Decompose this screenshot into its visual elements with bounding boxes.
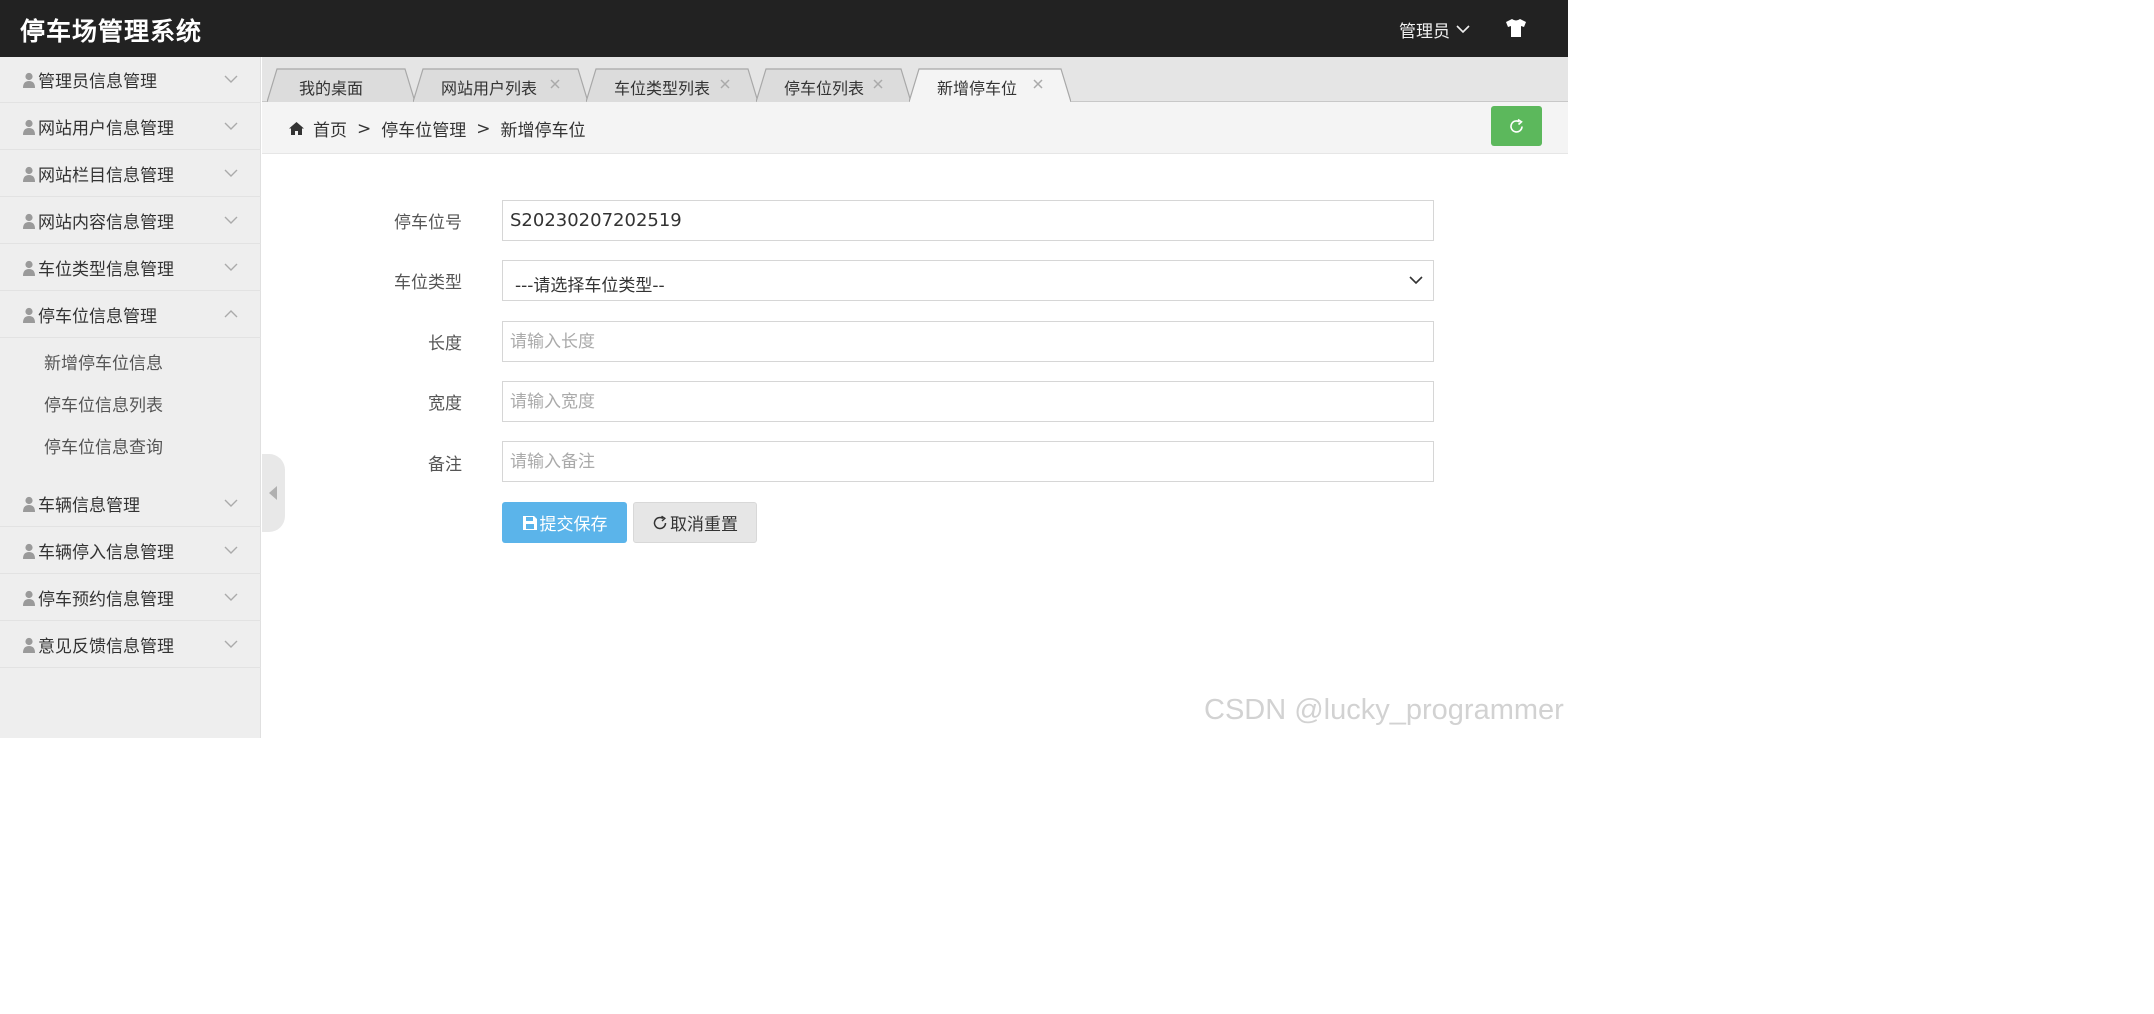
sidebar-item[interactable]: 车辆停入信息管理 <box>0 528 261 574</box>
chevron-down-icon <box>224 75 238 83</box>
sidebar-item[interactable]: 网站用户信息管理 <box>0 104 261 150</box>
user-icon <box>23 260 35 276</box>
breadcrumb-level1[interactable]: 停车位管理 <box>381 116 466 141</box>
user-icon <box>23 590 35 606</box>
home-icon <box>289 122 304 135</box>
spot-type-select[interactable]: ---请选择车位类型-- <box>502 260 1434 301</box>
breadcrumb-home[interactable]: 首页 <box>313 116 347 141</box>
user-icon <box>23 307 35 323</box>
user-icon <box>23 213 35 229</box>
sidebar: 管理员信息管理 网站用户信息管理 网站栏目信息管理 网站内容信息管理 车位类型信息管理停… <box>0 57 261 738</box>
user-icon <box>23 166 35 182</box>
chevron-down-icon <box>224 499 238 507</box>
reset-button-label: 取消重置 <box>670 515 738 535</box>
save-icon <box>522 515 537 530</box>
refresh-button[interactable] <box>1491 106 1542 146</box>
width-input[interactable] <box>502 381 1434 422</box>
length-label: 长度 <box>428 334 462 354</box>
tab-label: 我的桌面 <box>299 79 364 98</box>
chevron-down-icon <box>1409 276 1423 285</box>
remark-input[interactable] <box>502 441 1434 482</box>
user-icon <box>23 543 35 559</box>
sidebar-item-label: 停车预约信息管理 <box>38 590 174 610</box>
tab[interactable]: 新增停车位 <box>909 68 1071 102</box>
chevron-up-icon <box>224 310 238 318</box>
breadcrumb-separator: > <box>476 118 491 139</box>
sidebar-item[interactable]: 管理员信息管理 <box>0 57 261 103</box>
tab-label: 网站用户列表 <box>441 79 538 98</box>
app-title: 停车场管理系统 <box>20 17 203 46</box>
tab[interactable]: 网站用户列表 <box>413 68 588 102</box>
sidebar-item[interactable]: 车辆信息管理 <box>0 481 261 527</box>
breadcrumb-current: 新增停车位 <box>500 121 586 141</box>
reset-button[interactable]: 取消重置 <box>633 502 757 543</box>
user-icon <box>23 119 35 135</box>
user-icon <box>23 496 35 512</box>
sidebar-collapse-handle[interactable] <box>262 454 285 532</box>
tab[interactable]: 停车位列表 <box>756 68 911 102</box>
sidebar-item-label: 管理员信息管理 <box>38 72 157 92</box>
caret-left-icon <box>269 486 277 500</box>
tab-label: 车位类型列表 <box>614 79 711 98</box>
sidebar-item-label: 车辆信息管理 <box>38 496 140 516</box>
sidebar-item[interactable]: 网站栏目信息管理 <box>0 151 261 197</box>
tab-label: 停车位列表 <box>784 79 865 98</box>
spot-no-label: 停车位号 <box>394 213 462 233</box>
user-icon <box>23 637 35 653</box>
chevron-down-icon <box>224 122 238 130</box>
sidebar-item-label: 车辆停入信息管理 <box>38 543 174 563</box>
sidebar-subitem[interactable]: 新增停车位信息 <box>44 349 163 374</box>
spot-type-selected: ---请选择车位类型-- <box>515 276 665 296</box>
chevron-down-icon <box>224 169 238 177</box>
sidebar-item-label: 网站内容信息管理 <box>38 213 174 233</box>
sidebar-item-label: 网站栏目信息管理 <box>38 166 174 186</box>
spot-type-label: 车位类型 <box>394 273 462 293</box>
refresh-icon <box>1510 118 1523 133</box>
sidebar-item[interactable]: 车位类型信息管理 <box>0 245 261 291</box>
remark-label: 备注 <box>428 455 462 475</box>
tab[interactable]: 我的桌面 <box>267 68 415 102</box>
user-icon <box>23 72 35 88</box>
tab-label: 新增停车位 <box>937 79 1018 98</box>
sidebar-item[interactable]: 停车预约信息管理 <box>0 575 261 621</box>
save-button-label: 提交保存 <box>539 515 608 535</box>
breadcrumb-bar: 首页 > 停车位管理 > 新增停车位 <box>262 102 1568 154</box>
sidebar-subitem[interactable]: 停车位信息列表 <box>44 391 163 416</box>
sidebar-item-label: 网站用户信息管理 <box>38 119 174 139</box>
chevron-down-icon <box>224 546 238 554</box>
tab-bar: 我的桌面 网站用户列表 车位类型列表 停车位列表 新增停车位 <box>262 57 1568 102</box>
user-menu-label: 管理员 <box>1399 21 1450 42</box>
sidebar-subitem[interactable]: 停车位信息查询 <box>44 433 163 458</box>
close-icon[interactable] <box>1032 78 1044 90</box>
chevron-down-icon <box>224 216 238 224</box>
chevron-down-icon <box>224 593 238 601</box>
sidebar-item[interactable]: 网站内容信息管理 <box>0 198 261 244</box>
spot-no-input[interactable] <box>502 200 1434 241</box>
sidebar-item-label: 意见反馈信息管理 <box>38 637 174 657</box>
sidebar-item[interactable]: 停车位信息管理 <box>0 292 261 338</box>
save-button[interactable]: 提交保存 <box>502 502 627 543</box>
refresh-icon <box>653 515 667 529</box>
chevron-down-icon <box>1456 25 1470 34</box>
tab[interactable]: 车位类型列表 <box>586 68 758 102</box>
length-input[interactable] <box>502 321 1434 362</box>
breadcrumb: 首页 > 停车位管理 > 新增停车位 <box>288 116 586 141</box>
tshirt-icon[interactable] <box>1505 18 1527 38</box>
breadcrumb-separator: > <box>357 118 372 139</box>
sidebar-item-label: 车位类型信息管理 <box>38 260 174 280</box>
width-label: 宽度 <box>428 394 462 414</box>
top-header: 停车场管理系统 管理员 <box>0 0 1568 57</box>
sidebar-item-label: 停车位信息管理 <box>38 307 157 327</box>
close-icon[interactable] <box>549 78 561 90</box>
watermark: CSDN @lucky_programmer <box>1204 694 1564 726</box>
user-menu[interactable]: 管理员 <box>1399 17 1470 42</box>
sidebar-item[interactable]: 意见反馈信息管理 <box>0 622 261 668</box>
close-icon[interactable] <box>872 78 884 90</box>
chevron-down-icon <box>224 263 238 271</box>
close-icon[interactable] <box>719 78 731 90</box>
chevron-down-icon <box>224 640 238 648</box>
